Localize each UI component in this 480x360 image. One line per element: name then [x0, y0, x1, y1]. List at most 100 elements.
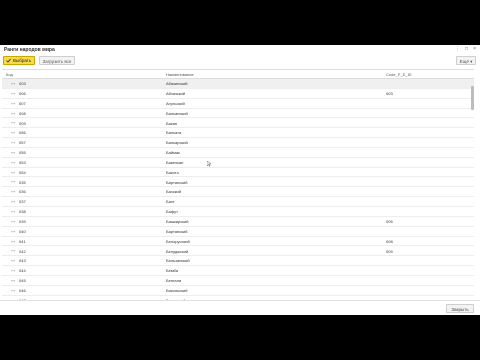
- cell-code: 036: [19, 189, 26, 195]
- cell-name: Бемба: [166, 268, 178, 274]
- close-icon[interactable]: ×: [473, 46, 476, 52]
- cell-code: 057: [19, 140, 26, 146]
- table-row[interactable]: ⊶ 007 Агульский: [2, 99, 474, 109]
- check-icon: [6, 58, 11, 63]
- row-expand-icon: ⊶: [11, 218, 15, 224]
- close-button-label: Закрыть: [451, 307, 469, 312]
- cell-name: Абазинский: [166, 81, 188, 87]
- table-row[interactable]: ⊶ 053 Бакелкан: [2, 158, 474, 168]
- cell-name: Абхазский: [166, 91, 185, 97]
- column-header-code[interactable]: Код: [6, 72, 13, 77]
- row-expand-icon: ⊶: [11, 149, 15, 155]
- row-expand-icon: ⊶: [11, 159, 15, 165]
- cell-code: 038: [19, 209, 26, 215]
- row-expand-icon: ⊶: [11, 228, 15, 234]
- more-icon[interactable]: ⋮: [455, 46, 460, 52]
- toolbar: Выбрать Загрузить все Ещё ▾: [0, 56, 480, 68]
- table-row[interactable]: ⊶ 006 Абхазский 003: [2, 89, 474, 99]
- table-row[interactable]: ⊶ 042 Белуджский 009: [2, 246, 474, 257]
- cell-name: Балкарский: [166, 140, 188, 146]
- table-row[interactable]: ⊶ 054 Бакото: [2, 168, 474, 178]
- row-expand-icon: ⊶: [11, 179, 15, 185]
- footer: Закрыть: [0, 300, 480, 316]
- column-header-extra[interactable]: Code_P_E_ID: [386, 72, 412, 77]
- row-expand-icon: ⊶: [11, 120, 15, 126]
- table-row[interactable]: ⊶ 003 Абазинский: [2, 79, 474, 89]
- cell-code: 009: [19, 120, 26, 126]
- select-button-label: Выбрать: [13, 58, 32, 63]
- cell-code: 042: [19, 248, 26, 254]
- cell-name: Агульский: [166, 100, 185, 106]
- table-row[interactable]: ⊶ 035 Бартанский: [2, 177, 474, 188]
- table-row[interactable]: ⊶ 040 Бартанский: [2, 227, 474, 237]
- cell-extra: 003: [386, 91, 393, 97]
- cell-code: 006: [19, 91, 26, 97]
- load-all-button[interactable]: Загрузить все: [39, 56, 75, 65]
- cell-name: Бакелкан: [166, 159, 184, 165]
- cell-code: 056: [19, 130, 26, 136]
- table-row[interactable]: ⊶ 041 Белорусский 008: [2, 237, 474, 247]
- cell-name: Бартанский: [166, 228, 188, 234]
- table-row[interactable]: ⊶ 043 Бельзанский: [2, 256, 474, 267]
- row-expand-icon: ⊶: [11, 100, 15, 106]
- cell-code: 037: [19, 199, 26, 205]
- cell-name: Бенгали: [166, 278, 182, 284]
- cell-name: Бельзанский: [166, 258, 190, 264]
- cell-name: Бакан: [166, 120, 178, 126]
- table-row[interactable]: ⊶ 008 Балканский: [2, 109, 474, 119]
- cell-extra: 009: [386, 248, 393, 254]
- table-header: Код Наименование Code_P_E_ID: [2, 70, 474, 79]
- cell-code: 041: [19, 238, 26, 244]
- table-row[interactable]: ⊶ 056 Балката: [2, 128, 474, 139]
- cell-name: Бахский: [166, 189, 182, 195]
- cell-code: 035: [19, 179, 26, 185]
- table-row[interactable]: ⊶ 038 Бафут: [2, 207, 474, 217]
- row-expand-icon: ⊶: [11, 268, 15, 274]
- more-button[interactable]: Ещё ▾: [456, 56, 476, 65]
- cell-code: 008: [19, 110, 26, 116]
- table-row[interactable]: ⊶ 044 Бемба: [2, 266, 474, 276]
- cell-extra: 005: [386, 219, 393, 224]
- row-expand-icon: ⊶: [11, 208, 15, 214]
- row-expand-icon: ⊶: [11, 238, 15, 244]
- cell-code: 046: [19, 287, 26, 293]
- cell-name: Башкирский: [166, 219, 189, 224]
- nations-table: Код Наименование Code_P_E_ID ⊶ 003 Абазинс…: [2, 69, 474, 300]
- table-row[interactable]: ⊶ 039 Башкирский 005: [2, 217, 474, 227]
- row-expand-icon: ⊶: [11, 189, 15, 195]
- column-header-name[interactable]: Наименование: [166, 72, 194, 77]
- cell-name: Белуджский: [166, 248, 189, 254]
- cell-code: 003: [19, 81, 26, 87]
- cell-name: Бикольский: [166, 287, 188, 293]
- cell-name: Белорусский: [166, 238, 190, 244]
- mouse-cursor-icon: [207, 161, 211, 167]
- table-row[interactable]: ⊶ 057 Балкарский: [2, 138, 474, 148]
- close-button[interactable]: Закрыть: [446, 304, 474, 313]
- row-expand-icon: ⊶: [11, 90, 15, 96]
- vertical-scrollbar[interactable]: [471, 78, 474, 298]
- row-expand-icon: ⊶: [11, 258, 15, 264]
- cell-name: Бахт: [166, 199, 175, 205]
- cell-code: 007: [19, 100, 26, 106]
- cell-code: 054: [19, 169, 26, 175]
- window-title: Ранги народов мира: [4, 47, 55, 53]
- cell-name: Бакото: [166, 169, 179, 175]
- cell-code: 055: [19, 150, 26, 156]
- table-row[interactable]: ⊶ 036 Бахский: [2, 187, 474, 198]
- select-button[interactable]: Выбрать: [3, 56, 35, 65]
- table-row[interactable]: ⊶ 037 Бахт: [2, 197, 474, 207]
- table-row[interactable]: ⊶ 045 Бенгали: [2, 276, 474, 286]
- table-row[interactable]: ⊶ 046 Бикольский: [2, 286, 474, 296]
- scrollbar-thumb[interactable]: [471, 86, 474, 110]
- row-expand-icon: ⊶: [11, 110, 15, 116]
- title-bar: Ранги народов мира ⋮ □ ×: [0, 45, 480, 55]
- maximize-icon[interactable]: □: [465, 46, 468, 52]
- table-row[interactable]: ⊶ 055 Баймак: [2, 148, 474, 158]
- table-body: ⊶ 003 Абазинский ⊶ 006 Абхазский 003 ⊶ 007 Агульс…: [2, 79, 474, 300]
- row-expand-icon: ⊶: [11, 169, 15, 175]
- row-expand-icon: ⊶: [11, 287, 15, 293]
- table-row[interactable]: ⊶ 009 Бакан: [2, 118, 474, 129]
- row-expand-icon: ⊶: [11, 130, 15, 136]
- cell-name: Балканский: [166, 110, 188, 116]
- row-expand-icon: ⊶: [11, 199, 15, 205]
